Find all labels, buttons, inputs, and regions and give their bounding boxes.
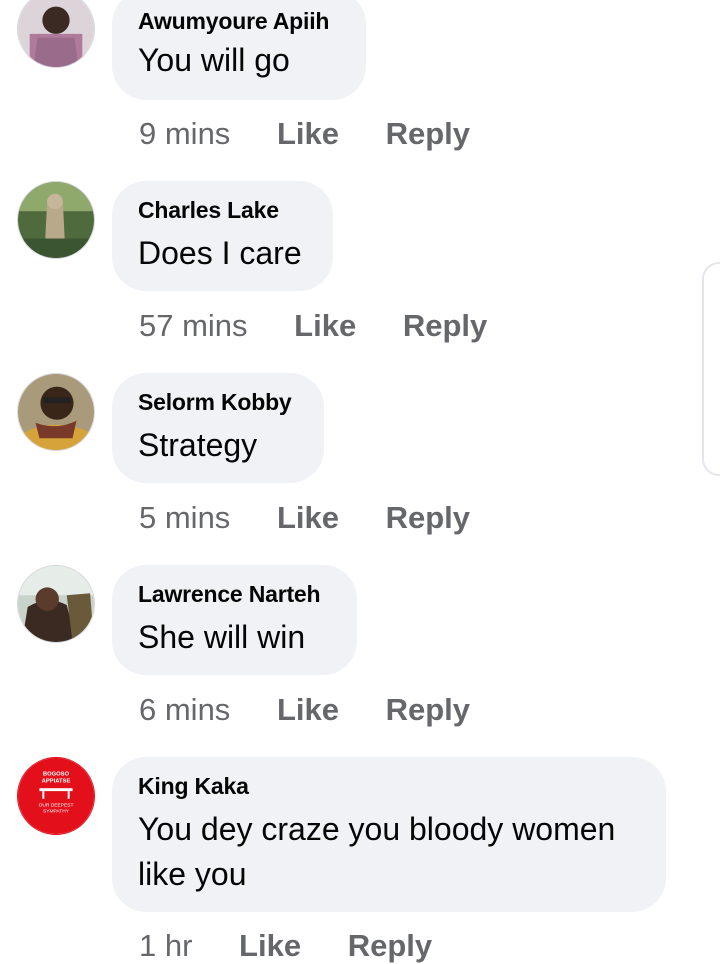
like-button[interactable]: Like <box>277 692 339 728</box>
comment-author[interactable]: Awumyoure Apiih <box>138 8 329 35</box>
comment-actions: 9 mins Like Reply <box>139 116 470 152</box>
avatar[interactable] <box>17 0 95 68</box>
comment-item: Awumyoure Apiih You will go 9 mins Like … <box>0 0 720 152</box>
reply-button[interactable]: Reply <box>386 692 470 728</box>
avatar-text-line4: SYMPATHY <box>43 809 70 815</box>
comment-actions: 5 mins Like Reply <box>139 500 470 536</box>
comment-item: BOGOSO APPIATSE OUR DEEPEST SYMPATHY Kin… <box>0 757 720 963</box>
like-button[interactable]: Like <box>277 116 339 152</box>
comment-text: Strategy <box>138 427 258 463</box>
avatar-text-line1: BOGOSO <box>43 772 70 778</box>
comment-actions: 1 hr Like Reply <box>139 928 432 964</box>
like-button[interactable]: Like <box>294 308 356 344</box>
comment-time[interactable]: 1 hr <box>139 928 192 964</box>
person-photo-icon <box>18 566 94 642</box>
comment-item: Charles Lake Does I care 57 mins Like Re… <box>0 181 720 351</box>
comment-author[interactable]: Charles Lake <box>138 197 279 224</box>
person-photo-icon <box>18 0 94 67</box>
comment-item: Selorm Kobby Strategy 5 mins Like Reply <box>0 373 720 543</box>
comment-time[interactable]: 9 mins <box>139 116 230 152</box>
comment-time[interactable]: 6 mins <box>139 692 230 728</box>
like-button[interactable]: Like <box>277 500 339 536</box>
comment-text: She will win <box>138 619 306 655</box>
comment-bubble: King Kaka You dey craze you bloody women… <box>112 757 666 912</box>
like-button[interactable]: Like <box>239 928 301 964</box>
red-banner-icon: BOGOSO APPIATSE OUR DEEPEST SYMPATHY <box>18 758 94 834</box>
person-photo-icon <box>18 374 94 450</box>
reply-button[interactable]: Reply <box>386 116 470 152</box>
comment-time[interactable]: 5 mins <box>139 500 230 536</box>
avatar[interactable] <box>17 373 95 451</box>
comment-bubble: Awumyoure Apiih You will go <box>112 0 366 100</box>
reply-button[interactable]: Reply <box>348 928 432 964</box>
reply-button[interactable]: Reply <box>386 500 470 536</box>
reply-button[interactable]: Reply <box>403 308 487 344</box>
avatar-text-line2: APPIATSE <box>42 778 71 784</box>
person-photo-icon <box>18 182 94 258</box>
comment-text-line: like you <box>138 856 247 892</box>
comment-actions: 57 mins Like Reply <box>139 308 487 344</box>
side-panel-edge <box>702 262 720 476</box>
comment-actions: 6 mins Like Reply <box>139 692 470 728</box>
comment-author[interactable]: King Kaka <box>138 773 249 800</box>
comment-bubble: Selorm Kobby Strategy <box>112 373 324 483</box>
comment-time[interactable]: 57 mins <box>139 308 248 344</box>
avatar[interactable] <box>17 565 95 643</box>
comment-text: Does I care <box>138 235 302 271</box>
avatar[interactable]: BOGOSO APPIATSE OUR DEEPEST SYMPATHY <box>17 757 95 835</box>
comment-item: Lawrence Narteh She will win 6 mins Like… <box>0 565 720 735</box>
comment-text-line: You dey craze you bloody women <box>138 811 616 847</box>
comment-author[interactable]: Lawrence Narteh <box>138 581 321 608</box>
avatar[interactable] <box>17 181 95 259</box>
avatar-text-line3: OUR DEEPEST <box>39 803 74 809</box>
comment-text: You will go <box>138 42 290 78</box>
comment-bubble: Charles Lake Does I care <box>112 181 333 291</box>
comment-bubble: Lawrence Narteh She will win <box>112 565 357 675</box>
comment-author[interactable]: Selorm Kobby <box>138 389 292 416</box>
